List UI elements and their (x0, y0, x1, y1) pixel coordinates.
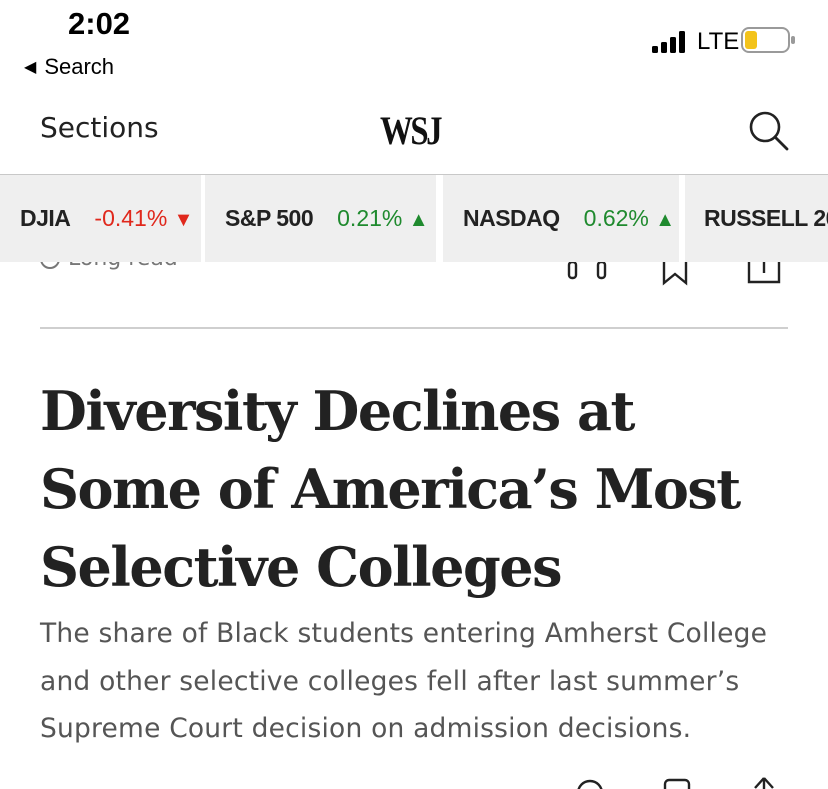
ticker-name: RUSSELL 2000 (704, 205, 828, 231)
ticker-change: 0.21% ▲ (337, 205, 429, 231)
article-headline[interactable]: Diversity Declines at Some of America’s … (40, 372, 800, 606)
sections-button[interactable]: Sections (40, 111, 159, 144)
ticker-item-sp500[interactable]: S&P 500 0.21% ▲ (205, 175, 436, 262)
ticker-change: -0.41% ▼ (94, 205, 194, 231)
bookmark-icon[interactable] (662, 262, 690, 286)
ticker-name: NASDAQ (463, 205, 560, 231)
clock-icon (40, 262, 60, 269)
up-triangle-icon: ▲ (408, 209, 429, 231)
long-read-tag: Long read (40, 262, 178, 271)
wsj-logo[interactable]: WSJ (380, 107, 443, 154)
article-toolbar: Long read (0, 262, 828, 286)
market-ticker[interactable]: DJIA -0.41% ▼ S&P 500 0.21% ▲ NASDAQ 0.6… (0, 175, 828, 262)
battery-icon (741, 27, 795, 53)
status-time: 2:02 (68, 6, 131, 41)
share-icon[interactable] (749, 776, 779, 789)
ticker-name: DJIA (20, 205, 71, 231)
back-to-search-link[interactable]: ◀ Search (24, 54, 114, 80)
long-read-label: Long read (68, 262, 178, 271)
screen: 2:02 ◀ Search LTE Sections WSJ DJIA -0.4… (0, 0, 828, 789)
bookmark-icon[interactable] (663, 778, 693, 789)
ticker-item-djia[interactable]: DJIA -0.41% ▼ (0, 175, 201, 262)
network-type: LTE (697, 28, 740, 55)
up-triangle-icon: ▲ (655, 209, 676, 231)
article-divider (40, 327, 788, 329)
listen-icon[interactable] (566, 262, 610, 286)
ticker-item-nasdaq[interactable]: NASDAQ 0.62% ▲ (443, 175, 679, 262)
ticker-name: S&P 500 (225, 205, 314, 231)
ticker-change: 0.62% ▲ (583, 205, 676, 231)
down-triangle-icon: ▼ (173, 209, 194, 231)
share-icon[interactable] (747, 262, 781, 286)
search-icon[interactable] (748, 110, 790, 152)
back-link-label: Search (44, 54, 115, 79)
back-arrow-icon: ◀ (24, 59, 37, 76)
cellular-signal-icon (652, 31, 685, 53)
article-summary: The share of Black students entering Amh… (40, 618, 768, 744)
bottom-toolbar (0, 776, 828, 789)
clock-icon[interactable] (575, 778, 605, 789)
ticker-item-russell[interactable]: RUSSELL 2000 (685, 175, 828, 262)
